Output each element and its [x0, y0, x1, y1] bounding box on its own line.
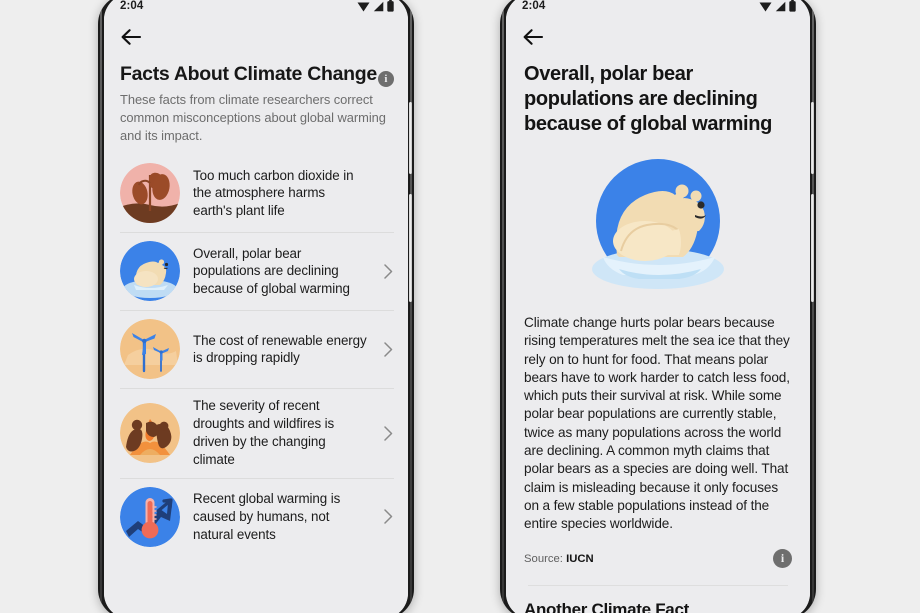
- right-phone-inner: 2:04 Overall, polar bear populations are…: [506, 0, 810, 613]
- source-prefix: Source:: [524, 552, 567, 565]
- list-item[interactable]: Overall, polar bear populations are decl…: [104, 232, 408, 310]
- right-phone-device: 2:04 Overall, polar bear populations are…: [500, 0, 816, 613]
- status-icon-group: [759, 0, 796, 12]
- wifi-icon: [759, 2, 772, 11]
- chevron-right-icon[interactable]: [380, 264, 396, 279]
- hero-illustration-wrapper: [524, 151, 792, 306]
- left-app-bar: [104, 16, 408, 58]
- wind-turbine-icon: [120, 319, 180, 380]
- list-item-label: Recent global warming is caused by human…: [193, 490, 341, 542]
- list-item-label: The cost of renewable energy is dropping…: [193, 332, 367, 366]
- status-time: 2:04: [522, 0, 546, 12]
- list-item[interactable]: The cost of renewable energy is dropping…: [104, 310, 408, 388]
- list-item[interactable]: Too much carbon dioxide in the atmospher…: [104, 154, 408, 232]
- volume-button-left-phone[interactable]: [409, 102, 412, 174]
- list-item[interactable]: The severity of recent droughts and wild…: [104, 388, 408, 477]
- back-arrow-icon[interactable]: [118, 24, 144, 50]
- polar-bear-on-ice-illustration: [583, 151, 733, 306]
- detail-title: Overall, polar bear populations are decl…: [524, 63, 772, 135]
- list-item-label: The severity of recent droughts and wild…: [193, 398, 335, 467]
- battery-icon: [387, 0, 394, 12]
- page-title: Facts About Climate Change: [120, 63, 377, 85]
- thermometer-icon: [120, 486, 180, 547]
- back-arrow-icon[interactable]: [520, 24, 546, 50]
- section-divider: [528, 585, 788, 587]
- status-time: 2:04: [120, 0, 144, 12]
- wildfire-icon: [120, 403, 180, 464]
- left-phone-screen: 2:04 Facts About Climate Change i These …: [104, 0, 408, 613]
- list-item[interactable]: Recent global warming is caused by human…: [104, 477, 408, 556]
- screenshot-stage: 2:04 Facts About Climate Change i These …: [0, 0, 920, 613]
- chevron-right-icon[interactable]: [380, 342, 396, 357]
- next-section-heading: Another Climate Fact: [524, 600, 689, 613]
- title-info-icon[interactable]: i: [377, 71, 394, 87]
- wifi-icon: [357, 2, 370, 11]
- page-subtitle: These facts from climate researchers cor…: [120, 92, 386, 143]
- list-item-label: Too much carbon dioxide in the atmospher…: [193, 167, 354, 219]
- battery-icon: [789, 0, 796, 12]
- volume-button-right-phone[interactable]: [811, 102, 814, 174]
- facts-list: Too much carbon dioxide in the atmospher…: [104, 154, 408, 555]
- detail-body-text: Climate change hurts polar bears because…: [524, 315, 790, 532]
- chevron-right-icon[interactable]: [380, 509, 396, 524]
- power-button-right-phone[interactable]: [811, 194, 814, 302]
- left-phone-inner: 2:04 Facts About Climate Change i These …: [104, 0, 408, 613]
- status-icon-group: [357, 0, 394, 12]
- left-header-block: Facts About Climate Change i These facts …: [104, 58, 408, 144]
- signal-icon: [775, 1, 786, 11]
- source-row: Source: IUCN i: [524, 549, 792, 569]
- detail-content: Overall, polar bear populations are decl…: [506, 58, 810, 613]
- source-label: Source: IUCN: [524, 553, 594, 565]
- polar-bear-icon: [120, 241, 180, 302]
- chevron-right-icon[interactable]: [380, 425, 396, 441]
- status-bar-right: 2:04: [506, 0, 810, 16]
- list-item-label: Overall, polar bear populations are decl…: [193, 245, 350, 297]
- left-phone-device: 2:04 Facts About Climate Change i These …: [98, 0, 414, 613]
- status-bar-left: 2:04: [104, 0, 408, 16]
- right-phone-screen: 2:04 Overall, polar bear populations are…: [506, 0, 810, 613]
- right-app-bar: [506, 16, 810, 58]
- source-name: IUCN: [566, 552, 594, 565]
- signal-icon: [373, 1, 384, 11]
- info-icon[interactable]: i: [773, 549, 792, 569]
- power-button-left-phone[interactable]: [409, 194, 412, 302]
- co2-plant-icon: [120, 163, 180, 224]
